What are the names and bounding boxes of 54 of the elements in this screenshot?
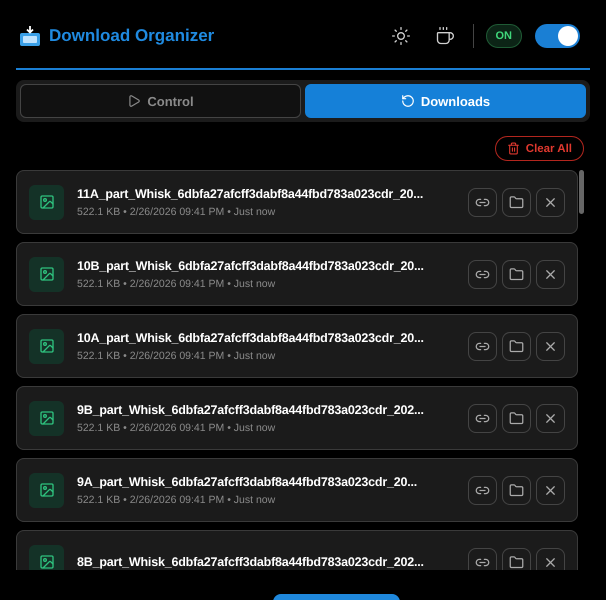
image-file-icon <box>29 184 64 220</box>
file-details: 522.1 KB • 2/26/2026 09:41 PM • Just now <box>77 494 276 506</box>
remove-button[interactable] <box>536 260 565 288</box>
image-file-icon <box>29 400 64 436</box>
folder-icon <box>509 482 524 498</box>
refresh-icon <box>400 94 415 108</box>
remove-button[interactable] <box>536 332 565 360</box>
copy-link-button[interactable] <box>468 332 497 360</box>
download-box-icon <box>19 25 41 47</box>
file-details: 522.1 KB • 2/26/2026 09:41 PM • Just now <box>77 422 276 434</box>
file-details: 522.1 KB • 2/26/2026 09:41 PM • Just now <box>77 350 276 362</box>
scrollbar[interactable] <box>579 170 584 214</box>
copy-link-button[interactable] <box>468 476 497 504</box>
copy-link-button[interactable] <box>468 260 497 288</box>
copy-link-button[interactable] <box>468 404 497 432</box>
open-folder-button[interactable] <box>502 404 531 432</box>
open-folder-button[interactable] <box>502 332 531 360</box>
file-name: 9A_part_Whisk_6dbfa27afcff3dabf8a44fbd783a023cdr_20... <box>77 474 418 488</box>
open-folder-button[interactable] <box>502 476 531 504</box>
folder-icon <box>509 410 524 426</box>
remove-button[interactable] <box>536 548 565 570</box>
app-title: Download Organizer <box>49 26 216 46</box>
sun-icon[interactable] <box>390 26 410 46</box>
play-icon <box>127 94 142 108</box>
file-name: 8B_part_Whisk_6dbfa27afcff3dabf8a44fbd783a023cdr_202... <box>77 555 425 569</box>
remove-button[interactable] <box>536 404 565 432</box>
open-folder-button[interactable] <box>502 260 531 288</box>
tab[interactable]: Downloads <box>305 84 586 118</box>
folder-icon <box>509 266 524 282</box>
copy-link-button[interactable] <box>468 188 497 216</box>
copy-link-button[interactable] <box>468 548 497 570</box>
image-file-icon <box>29 472 64 508</box>
power-toggle[interactable] <box>535 24 580 48</box>
image-file-icon <box>29 328 64 364</box>
file-details: 522.1 KB • 2/26/2026 09:41 PM • Just now <box>77 278 276 290</box>
open-folder-button[interactable] <box>502 548 531 570</box>
file-details: 522.1 KB • 2/26/2026 09:41 PM • Just now <box>77 206 276 218</box>
coffee-cup-icon[interactable] <box>434 26 454 46</box>
image-file-icon <box>29 256 64 292</box>
open-folder-button[interactable] <box>502 188 531 216</box>
tab[interactable]: Control <box>20 84 301 118</box>
status-badge: ON <box>486 24 522 48</box>
file-name: 11A_part_Whisk_6dbfa27afcff3dabf8a44fbd783a023cdr_20... <box>77 186 424 200</box>
file-name: 10A_part_Whisk_6dbfa27afcff3dabf8a44fbd783a023cdr_20... <box>77 330 425 344</box>
file-name: 9B_part_Whisk_6dbfa27afcff3dabf8a44fbd783a023cdr_202... <box>77 402 425 416</box>
folder-icon <box>509 338 524 354</box>
image-file-icon <box>29 544 64 570</box>
remove-button[interactable] <box>536 476 565 504</box>
trash-icon <box>506 142 520 155</box>
clear-all-button[interactable]: Clear All <box>494 136 584 161</box>
file-name: 10B_part_Whisk_6dbfa27afcff3dabf8a44fbd783a023cdr_20... <box>77 258 425 272</box>
folder-icon <box>509 554 524 570</box>
remove-button[interactable] <box>536 188 565 216</box>
folder-icon <box>509 194 524 210</box>
